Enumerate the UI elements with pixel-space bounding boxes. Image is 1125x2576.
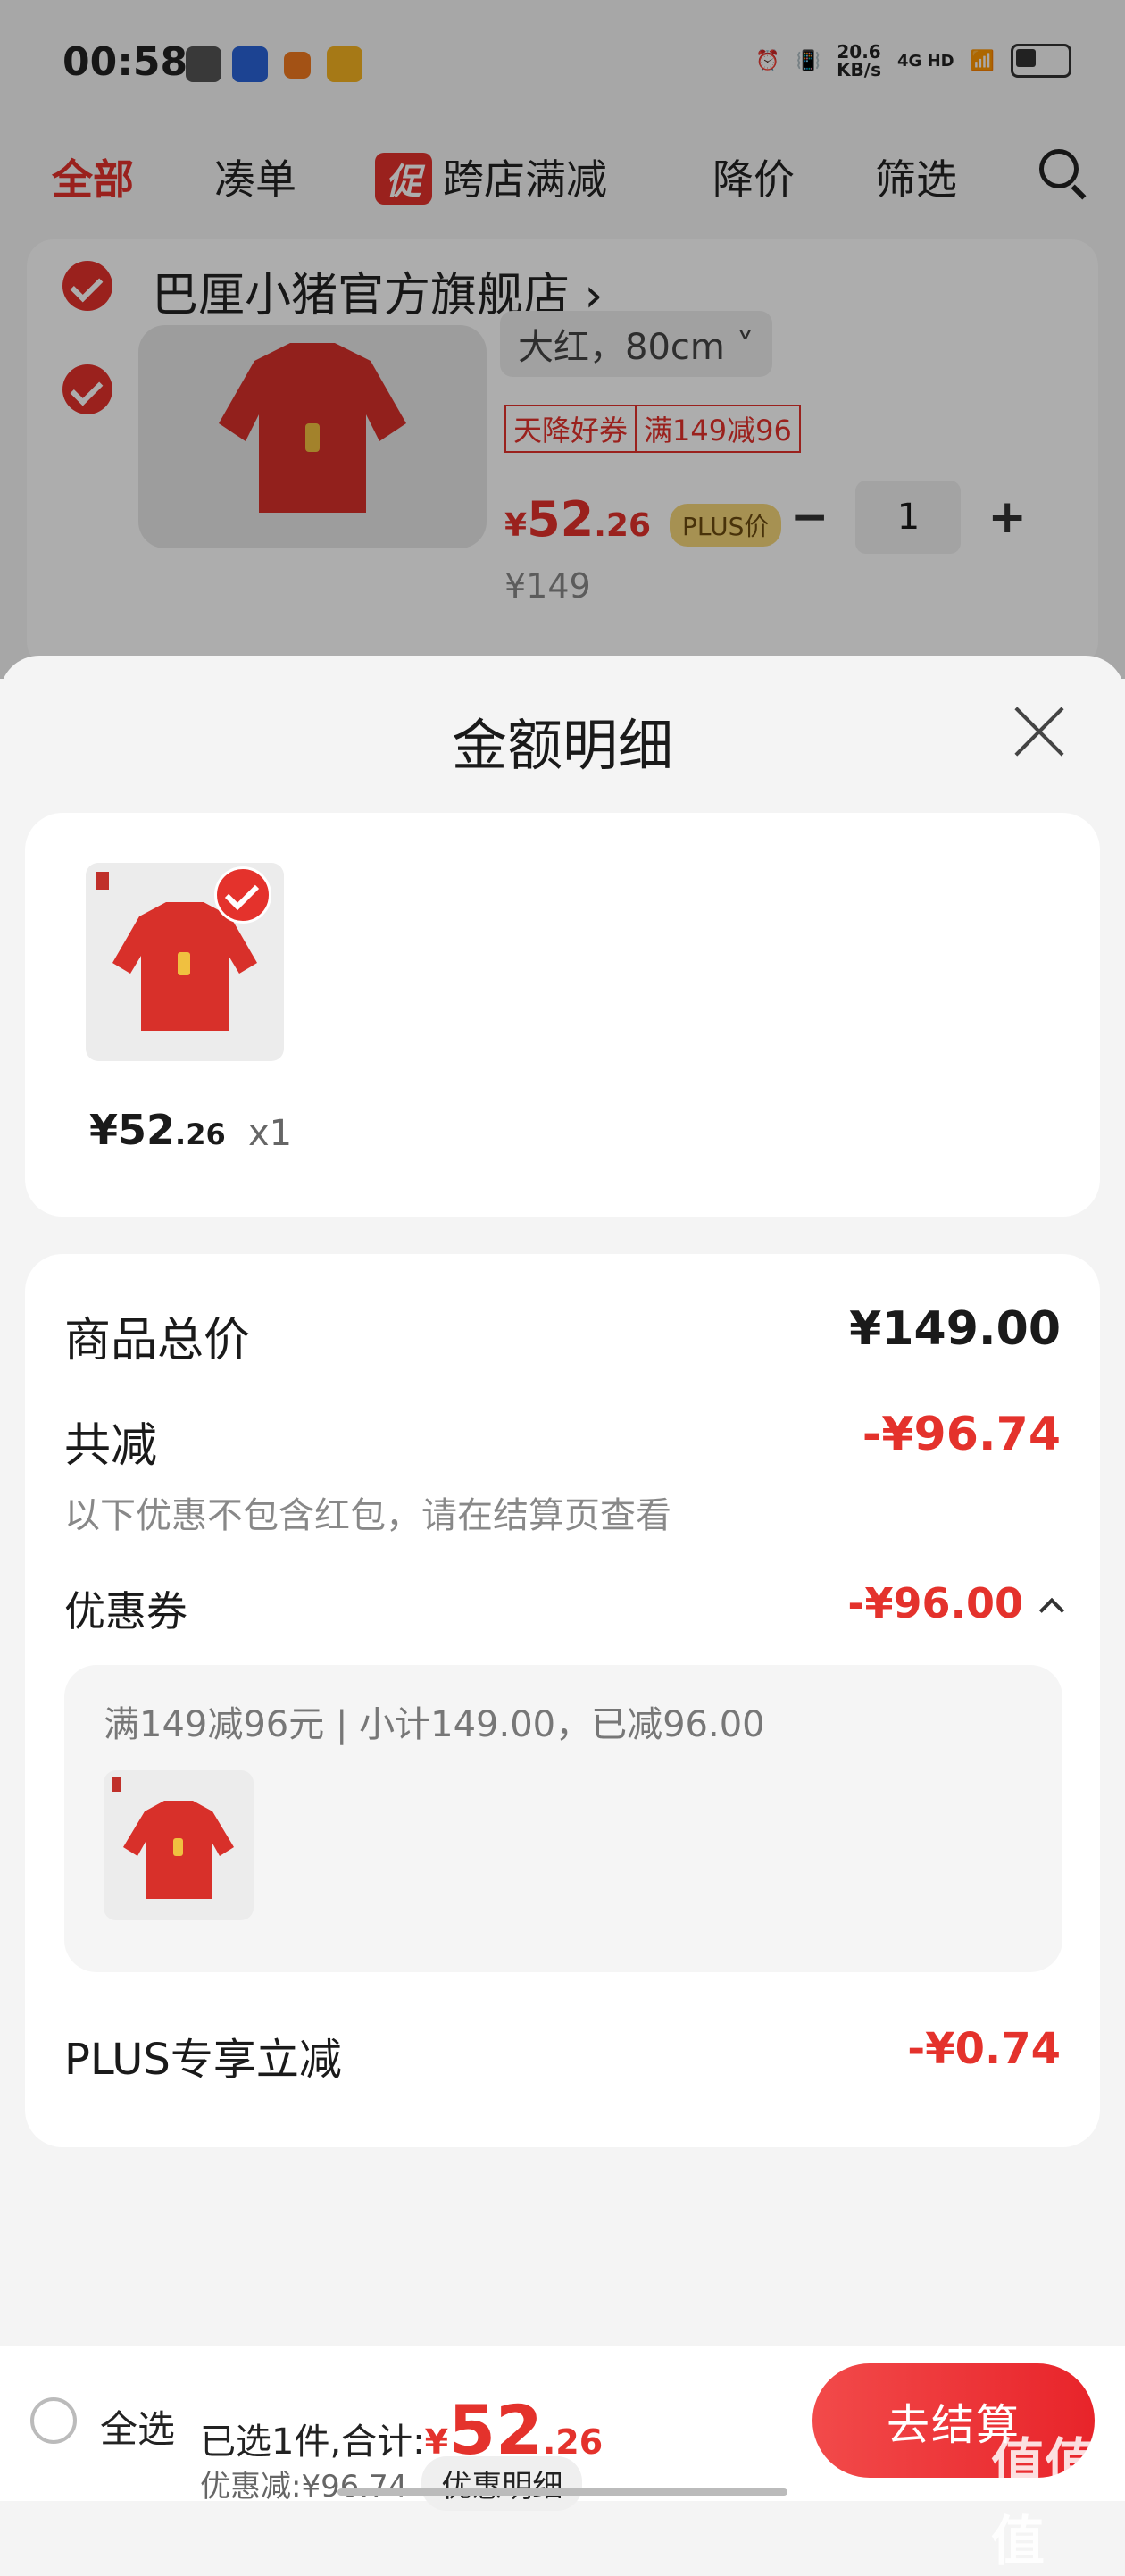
price-int: 52 <box>118 1106 176 1154</box>
coupon-description: 满149减96元 | 小计149.00，已减96.00 <box>104 1704 765 1745</box>
total-reduction-label: 共减 <box>64 1419 158 1473</box>
red-jacket-image <box>112 1777 234 1899</box>
home-indicator[interactable] <box>338 2488 788 2496</box>
plus-discount-value: -¥0.74 <box>907 2024 1061 2074</box>
coupon-value: -¥96.00 <box>847 1579 1023 1627</box>
reduction-note: 以下优惠不包含红包，请在结算页查看 <box>64 1495 671 1536</box>
total-reduction-value: -¥96.74 <box>862 1408 1061 1461</box>
chevron-up-icon <box>1038 1597 1065 1623</box>
amount-detail-sheet: 金额明细 ¥52.26 x1 商品总价 ¥149.00 共减 -¥96.74 以… <box>0 656 1125 2501</box>
selected-item-qty: x1 <box>248 1113 293 1154</box>
discount-text: 优惠减:¥96.74 <box>200 2469 408 2505</box>
total-price-label: 商品总价 <box>64 1314 251 1367</box>
coupon-detail-box: 满149减96元 | 小计149.00，已减96.00 <box>64 1665 1062 1972</box>
dim-overlay[interactable] <box>0 0 1125 679</box>
coupon-toggle[interactable]: -¥96.00 <box>847 1579 1065 1627</box>
price-dec: .26 <box>175 1117 226 1151</box>
select-all-radio[interactable] <box>30 2397 77 2444</box>
select-all-label[interactable]: 全选 <box>100 2399 175 2454</box>
coupon-label: 优惠券 <box>64 1587 188 1635</box>
checkout-bar: 全选 已选1件,合计:¥52.26 优惠减:¥96.74 优惠明细 去结算 <box>0 2346 1125 2511</box>
selected-item-price: ¥52.26 <box>89 1106 226 1154</box>
discount-line: 优惠减:¥96.74 优惠明细 <box>200 2456 583 2511</box>
total-price-value: ¥149.00 <box>849 1302 1061 1356</box>
plus-discount-label: PLUS专享立减 <box>64 2035 342 2085</box>
sheet-title: 金额明细 <box>451 713 673 778</box>
price-symbol: ¥ <box>89 1106 119 1154</box>
close-icon[interactable] <box>1012 704 1068 759</box>
watermark-url: zhizhizhi.com <box>993 2481 1102 2500</box>
discount-detail-button[interactable]: 优惠明细 <box>421 2456 583 2511</box>
price-breakdown-card: 商品总价 ¥149.00 共减 -¥96.74 以下优惠不包含红包，请在结算页查… <box>25 1254 1100 2147</box>
item-selected-check-icon[interactable] <box>214 866 271 924</box>
selected-items-card: ¥52.26 x1 <box>25 813 1100 1217</box>
coupon-item-image <box>104 1770 254 1920</box>
